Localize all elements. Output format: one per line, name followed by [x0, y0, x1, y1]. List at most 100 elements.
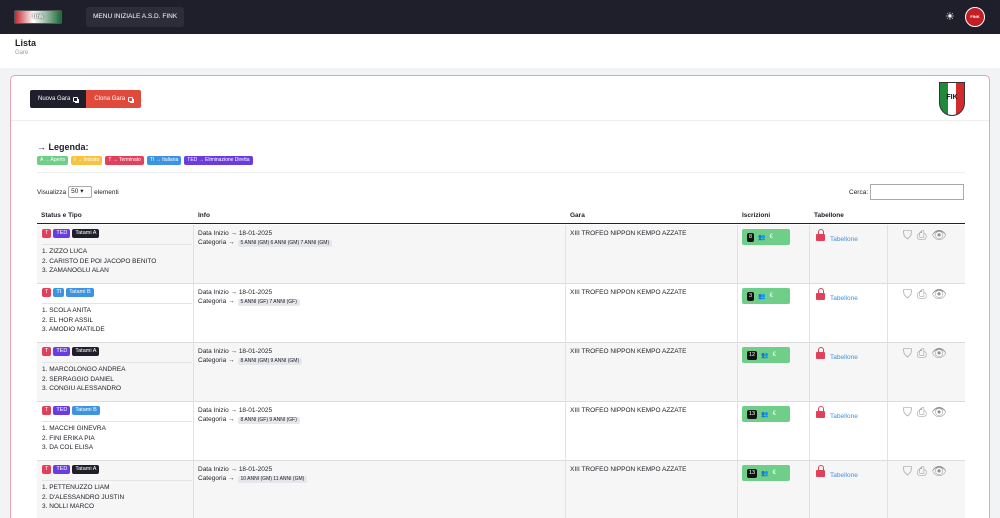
registrations-button[interactable]: 3 👥 €: [742, 288, 790, 304]
eye-icon[interactable]: 👁: [932, 406, 947, 418]
legend: A → Aperto I → Iniziato T → Terminato TI…: [37, 156, 253, 165]
competition-name: XIII TROFEO NIPPON KEMPO AZZATE: [570, 466, 687, 473]
cell-divider: [887, 461, 888, 518]
table-row: T TED Tatami A 1. PETTENUZZO LIAM 2. D'A…: [37, 461, 965, 518]
print-icon[interactable]: ⎙: [917, 406, 927, 418]
column-header[interactable]: Tabellone: [814, 212, 844, 219]
status-badge: T: [42, 465, 52, 474]
theme-toggle-icon[interactable]: ☀: [945, 10, 955, 24]
legend-item: A → Aperto: [37, 156, 69, 165]
cell-divider: [887, 343, 888, 402]
status-badges: T TED Tatami A: [42, 347, 100, 356]
euro-icon: €: [769, 293, 773, 299]
print-icon[interactable]: ⎙: [917, 288, 927, 300]
podium-item: 2. SERRAGGIO DANIEL: [42, 375, 114, 383]
page-length-value: 50: [71, 188, 79, 195]
registrations-button[interactable]: 13 👥 €: [742, 465, 790, 481]
eye-icon[interactable]: 👁: [932, 347, 947, 359]
divider: [37, 172, 965, 173]
shield-icon[interactable]: ⛉: [903, 406, 912, 418]
info-cell: Data Inizio → 18-01-2025 Categoria → 10 A…: [198, 465, 308, 484]
logo-text: fink: [32, 14, 44, 20]
bracket-link[interactable]: Tabellone: [830, 236, 858, 243]
podium-item: 2. EL HOR ASSIL: [42, 316, 94, 324]
cell-divider: [737, 343, 738, 402]
page-header: Lista Gare: [0, 34, 1000, 68]
category-line: Categoria → 8 ANNI (GF) 9 ANNI (GF): [198, 415, 300, 425]
category-label: Categoria →: [198, 239, 235, 246]
app-logo[interactable]: fink: [14, 10, 62, 24]
status-badges: T TED Tatami A: [42, 229, 100, 238]
info-cell: Data Inizio → 18-01-2025 Categoria → 8 AN…: [198, 347, 303, 366]
lock-icon: [816, 347, 825, 359]
legend-item: I → Iniziato: [71, 156, 103, 165]
eye-icon[interactable]: 👁: [932, 465, 947, 477]
shield-icon[interactable]: ⛉: [903, 288, 912, 300]
clone-competition-button[interactable]: Clona Gara: [86, 90, 142, 108]
column-header[interactable]: Info: [198, 212, 210, 219]
lock-icon: [816, 465, 825, 477]
start-date: Data Inizio → 18-01-2025: [198, 289, 273, 296]
print-icon[interactable]: ⎙: [917, 229, 927, 241]
print-icon[interactable]: ⎙: [917, 347, 927, 359]
status-badge: T: [42, 347, 52, 356]
podium-item: 3. ZAMANOGLU ALAN: [42, 267, 109, 274]
euro-icon: €: [772, 411, 776, 417]
bracket-link[interactable]: Tabellone: [830, 354, 858, 361]
breadcrumb[interactable]: Gare: [15, 50, 28, 56]
shield-icon[interactable]: ⛉: [903, 347, 912, 359]
podium-list: 1. MACCHI GINEVRA 2. FINI ERIKA PIA 3. D…: [42, 421, 192, 453]
page-length-select[interactable]: 50 ▾: [68, 186, 93, 198]
table-row: T TI Tatami B 1. SCOLA ANITA 2. EL HOR A…: [37, 284, 965, 343]
eye-icon[interactable]: 👁: [932, 288, 947, 300]
people-icon: 👥: [761, 411, 769, 418]
bracket-link[interactable]: Tabellone: [830, 413, 858, 420]
category-line: Categoria → 10 ANNI (GM) 11 ANNI (GM): [198, 474, 308, 484]
euro-icon: €: [772, 352, 776, 358]
status-badges: T TED Tatami A: [42, 465, 100, 474]
column-header[interactable]: Status e Tipo: [41, 212, 82, 219]
shield-icon[interactable]: ⛉: [903, 229, 912, 241]
competition-name: XIII TROFEO NIPPON KEMPO AZZATE: [570, 289, 687, 296]
column-header[interactable]: Iscrizioni: [742, 212, 770, 219]
podium-item: 2. D'ALESSANDRO JUSTIN: [42, 493, 125, 501]
top-navbar: fink MENU INIZIALE A.S.D. FINK ☀ FINK: [0, 0, 1000, 34]
column-header[interactable]: Gara: [570, 212, 585, 219]
lock-icon: [816, 229, 825, 241]
bracket-link[interactable]: Tabellone: [830, 295, 858, 302]
cell-divider: [565, 461, 566, 518]
content-card: Nuova Gara Clona Gara FIK → Legenda: A →…: [10, 75, 990, 518]
print-icon[interactable]: ⎙: [917, 465, 927, 477]
crest-text: FIK: [946, 94, 958, 101]
registrations-button[interactable]: 12 👥 €: [742, 347, 790, 363]
main-menu-button[interactable]: MENU INIZIALE A.S.D. FINK: [86, 7, 185, 27]
cell-divider: [193, 343, 194, 402]
info-cell: Data Inizio → 18-01-2025 Categoria → 5 AN…: [198, 229, 333, 248]
cell-divider: [809, 284, 810, 343]
row-actions: ⛉ ⎙ 👁: [903, 406, 947, 418]
people-icon: 👥: [758, 234, 766, 241]
podium-list: 1. PETTENUZZO LIAM 2. D'ALESSANDRO JUSTI…: [42, 480, 192, 512]
start-date: Data Inizio → 18-01-2025: [198, 407, 273, 414]
bracket-link[interactable]: Tabellone: [830, 472, 858, 479]
search-input[interactable]: [870, 184, 964, 200]
lock-icon: [816, 406, 825, 418]
category-line: Categoria → 5 ANNI (GF) 7 ANNI (GF): [198, 297, 300, 307]
user-avatar[interactable]: FINK: [965, 7, 985, 27]
legend-item: TED → Eliminazione Diretta: [184, 156, 253, 165]
new-competition-button[interactable]: Nuova Gara: [30, 90, 87, 108]
cell-divider: [565, 225, 566, 284]
show-label: Visualizza: [37, 188, 67, 196]
eye-icon[interactable]: 👁: [932, 229, 947, 241]
registrations-button[interactable]: 8 👥 €: [742, 229, 790, 245]
legend-item: TI → Italiana: [146, 156, 182, 165]
cell-divider: [809, 225, 810, 284]
table-row: T TED Tatami B 1. MACCHI GINEVRA 2. FINI…: [37, 402, 965, 461]
podium-item: 1. PETTENUZZO LIAM: [42, 484, 110, 491]
category-label: Categoria →: [198, 357, 235, 364]
shield-icon[interactable]: ⛉: [903, 465, 912, 477]
registrations-button[interactable]: 13 👥 €: [742, 406, 790, 422]
divider: [11, 120, 989, 121]
registrations-count: 13: [747, 409, 758, 419]
competition-name: XIII TROFEO NIPPON KEMPO AZZATE: [570, 407, 687, 414]
